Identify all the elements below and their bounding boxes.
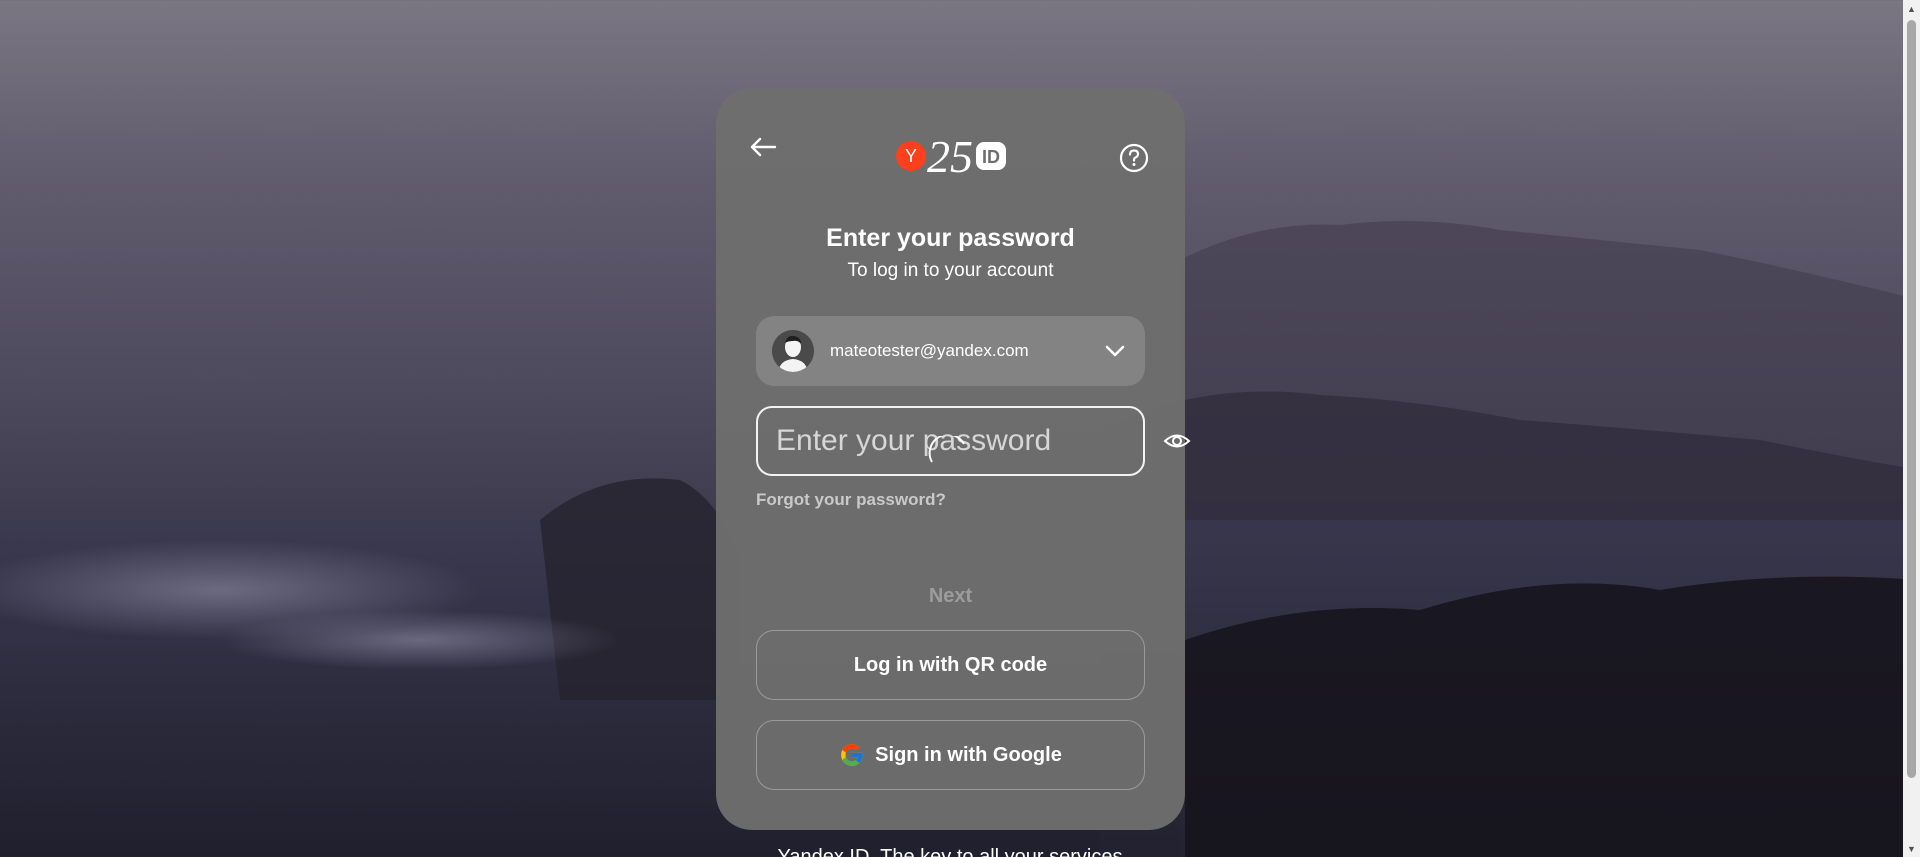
chevron-down-icon	[1105, 345, 1125, 357]
yandex-id-logo: Y 25 ID	[894, 128, 1010, 184]
login-card: Y 25 ID Enter your password To log in to…	[716, 88, 1191, 830]
page-title: Enter your password	[826, 224, 1075, 252]
qr-login-label: Log in with QR code	[853, 653, 1048, 676]
help-button[interactable]	[1118, 142, 1150, 174]
logo-25: 25	[927, 131, 973, 182]
question-circle-icon	[1119, 143, 1149, 173]
logo-letter: Y	[905, 146, 917, 166]
password-input[interactable]	[776, 424, 1162, 458]
vertical-scrollbar[interactable]: ▲ ▼	[1903, 0, 1920, 857]
google-signin-button[interactable]: Sign in with Google	[756, 720, 1145, 790]
account-selector[interactable]: mateotester@yandex.com	[756, 316, 1145, 386]
eye-icon[interactable]	[1162, 426, 1192, 456]
next-button[interactable]: Next	[756, 568, 1145, 624]
account-email: mateotester@yandex.com	[830, 341, 1029, 360]
logo-id: ID	[982, 147, 1000, 167]
password-field[interactable]	[756, 406, 1191, 476]
google-icon	[841, 744, 864, 766]
google-signin-label: Sign in with Google	[875, 743, 1062, 766]
scrollbar-thumb[interactable]	[1907, 20, 1916, 778]
forgot-password-link[interactable]: Forgot your password?	[756, 490, 946, 510]
user-avatar-icon	[772, 330, 814, 372]
footer-tagline: Yandex ID. The key to all your services	[777, 846, 1123, 857]
page-subtitle: To log in to your account	[847, 260, 1054, 281]
qr-login-button[interactable]: Log in with QR code	[756, 630, 1145, 700]
scroll-up-arrow-icon[interactable]: ▲	[1903, 0, 1920, 17]
arrow-left-icon	[750, 137, 777, 157]
back-button[interactable]	[746, 130, 780, 164]
scroll-down-arrow-icon[interactable]: ▼	[1903, 840, 1920, 857]
